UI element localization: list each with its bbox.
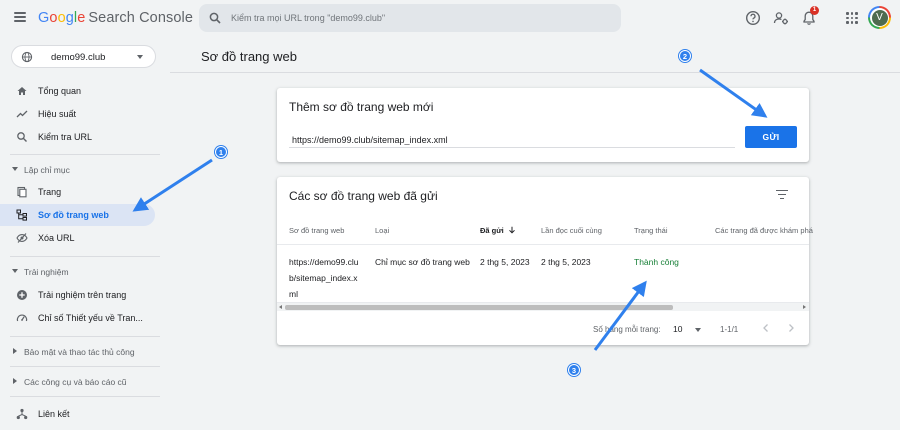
sidebar-item-links[interactable]: Liên kết (0, 403, 155, 425)
scroll-left-icon[interactable] (279, 305, 282, 309)
sidebar-item-label: Trải nghiệm trên trang (38, 290, 127, 300)
section-indexing[interactable]: Lập chỉ mục (0, 162, 160, 178)
last-read-cell: 2 thg 5, 2023 (541, 257, 591, 267)
column-header-status[interactable]: Trạng thái (634, 226, 668, 235)
trending-up-icon (16, 110, 28, 118)
property-name: demo99.club (51, 52, 106, 63)
chevron-down-icon (12, 167, 18, 171)
page-title: Sơ đồ trang web (201, 49, 297, 64)
sidebar-item-label: Trang (38, 187, 62, 197)
search-input[interactable] (231, 8, 611, 28)
chevron-down-icon (12, 269, 18, 273)
sidebar-item-label: Sơ đồ trang web (38, 210, 109, 220)
section-label: Các công cụ và báo cáo cũ (24, 377, 127, 387)
chevron-down-icon (695, 328, 701, 332)
add-sitemap-card: Thêm sơ đồ trang web mới GỬI (277, 88, 809, 162)
sidebar-item-performance[interactable]: Hiệu suất (0, 103, 155, 125)
next-page-icon[interactable] (784, 321, 798, 335)
manage-users-icon[interactable] (772, 9, 790, 27)
submit-button[interactable]: GỬI (745, 126, 797, 148)
rows-per-page-label: Số hàng mỗi trang: (593, 325, 661, 334)
section-legacy-tools[interactable]: Các công cụ và báo cáo cũ (0, 374, 160, 390)
pagination-range: 1-1/1 (720, 325, 739, 334)
account-avatar[interactable]: V (868, 6, 891, 29)
sidebar-item-url-inspection[interactable]: Kiểm tra URL (0, 126, 155, 148)
section-label: Trải nghiệm (24, 267, 69, 277)
table-divider (277, 244, 809, 245)
sidebar-divider (10, 396, 160, 397)
section-label: Bảo mật và thao tác thủ công (24, 347, 135, 357)
column-header-discovered-pages[interactable]: Các trang đã được khám phá (715, 226, 813, 235)
sidebar-divider (10, 154, 160, 155)
sidebar-item-label: Liên kết (38, 409, 70, 419)
sidebar-item-label: Chỉ số Thiết yếu về Tran... (38, 313, 143, 323)
section-security[interactable]: Bảo mật và thao tác thủ công (0, 344, 160, 360)
annotation-marker-3: 3 (568, 364, 580, 376)
horizontal-scrollbar[interactable] (277, 302, 809, 311)
sidebar-item-sitemaps[interactable]: Sơ đồ trang web (0, 204, 155, 226)
column-header-submitted[interactable]: Đã gửi (480, 226, 516, 235)
sidebar-item-label: Xóa URL (38, 233, 75, 243)
arrow-down-icon (508, 226, 515, 234)
links-icon (16, 408, 28, 420)
search-icon (209, 12, 221, 24)
globe-icon (21, 51, 33, 63)
type-cell: Chỉ mục sơ đồ trang web (375, 257, 470, 267)
submitted-sitemaps-card: Các sơ đồ trang web đã gửi Sơ đồ trang w… (277, 177, 813, 345)
sidebar-divider (10, 256, 160, 257)
rows-per-page-select[interactable]: 10 (673, 322, 707, 336)
sidebar-item-removals[interactable]: Xóa URL (0, 227, 155, 249)
sitemap-icon (16, 209, 27, 221)
column-header-last-read[interactable]: Lần đọc cuối cùng (541, 226, 602, 235)
notification-badge: 1 (810, 6, 819, 15)
annotation-marker-2: 2 (679, 50, 691, 62)
scrollbar-thumb[interactable] (285, 305, 673, 310)
url-inspection-search[interactable] (199, 4, 621, 32)
page-icon (17, 186, 27, 198)
menu-icon[interactable] (14, 12, 26, 22)
section-experience[interactable]: Trải nghiệm (0, 264, 160, 280)
home-icon (17, 87, 27, 95)
sidebar-item-page-experience[interactable]: Trải nghiệm trên trang (0, 284, 155, 306)
sidebar: demo99.club Tổng quan Hiệu suất Kiểm tra… (0, 36, 170, 430)
annotation-marker-1: 1 (215, 146, 227, 158)
status-badge: Thành công (634, 257, 679, 267)
add-sitemap-title: Thêm sơ đồ trang web mới (289, 100, 434, 114)
scroll-right-icon[interactable] (803, 305, 806, 309)
sidebar-item-pages[interactable]: Trang (0, 181, 155, 203)
eye-off-icon (16, 233, 28, 243)
sitemap-cell[interactable]: https://demo99.clu b/sitemap_index.x ml (289, 254, 358, 302)
sidebar-item-label: Tổng quan (38, 86, 82, 96)
sidebar-item-overview[interactable]: Tổng quan (0, 80, 155, 102)
chevron-right-icon (13, 378, 17, 384)
sidebar-divider (10, 336, 160, 337)
sidebar-item-core-web-vitals[interactable]: Chỉ số Thiết yếu về Tran... (0, 307, 155, 329)
chevron-right-icon (13, 348, 17, 354)
plus-circle-icon (17, 290, 27, 300)
title-divider (170, 72, 900, 73)
notifications-button[interactable]: 1 (800, 6, 819, 27)
sidebar-divider (10, 366, 160, 367)
chevron-down-icon (137, 55, 143, 59)
sidebar-item-label: Hiệu suất (38, 109, 77, 119)
search-icon (17, 132, 27, 142)
column-header-sitemap[interactable]: Sơ đồ trang web (289, 226, 344, 235)
apps-grid-icon[interactable] (846, 12, 858, 24)
gauge-icon (16, 314, 28, 322)
column-header-type[interactable]: Loại (375, 226, 389, 235)
product-name: Search Console (88, 10, 193, 26)
section-label: Lập chỉ mục (24, 165, 70, 175)
filter-icon[interactable] (776, 190, 788, 199)
sidebar-item-label: Kiểm tra URL (38, 132, 93, 142)
submitted-cell: 2 thg 5, 2023 (480, 257, 530, 267)
top-bar: GoogleSearch Console 1 V (0, 0, 900, 36)
previous-page-icon[interactable] (759, 321, 773, 335)
search-console-logo[interactable]: Google Search Console (38, 10, 193, 26)
help-icon[interactable] (744, 9, 762, 27)
sitemap-url-input[interactable] (289, 132, 735, 148)
property-selector[interactable]: demo99.club (11, 45, 156, 68)
submitted-sitemaps-title: Các sơ đồ trang web đã gửi (289, 189, 438, 203)
